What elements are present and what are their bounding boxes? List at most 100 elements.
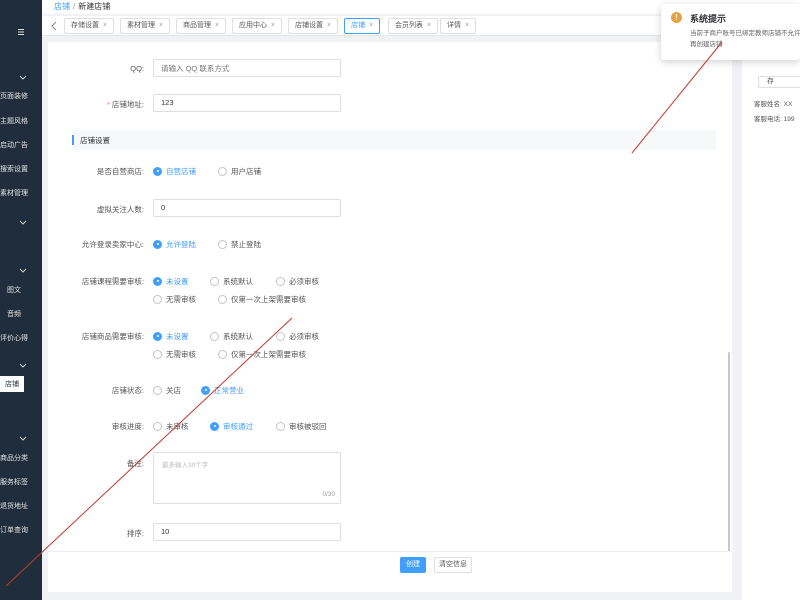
sidebar-item-review[interactable]: 评价心得 xyxy=(0,333,42,343)
sidebar-item-article[interactable]: 图文 xyxy=(7,285,49,295)
radio-audit-rejected[interactable]: 审核被驳回 xyxy=(276,421,327,432)
tab-material[interactable]: 素材管理 × xyxy=(120,18,171,34)
remark-counter: 0/30 xyxy=(322,491,335,498)
tab-store-settings[interactable]: 店铺设置 × xyxy=(288,18,339,34)
close-icon[interactable]: × xyxy=(103,22,107,29)
sidebar-item-theme[interactable]: 主题风格 xyxy=(0,116,42,126)
radio-audit-approved[interactable]: 审核通过 xyxy=(210,421,253,432)
radio-allow-login[interactable]: 允许登陆 xyxy=(153,239,196,250)
radio-goods-required[interactable]: 必须审核 xyxy=(276,331,319,342)
remark-textarea[interactable]: 最多输入30个字 0/30 xyxy=(153,452,341,504)
tab-storage-settings[interactable]: 存储设置 × xyxy=(64,18,115,34)
remark-label: 备注: xyxy=(126,459,144,468)
tab-store[interactable]: 店铺 × xyxy=(344,18,381,34)
sidebar-item-audio[interactable]: 音频 xyxy=(7,309,49,319)
tab-members[interactable]: 会员列表 × xyxy=(388,18,439,34)
radio-status-open[interactable]: 正常营业 xyxy=(201,385,244,396)
radio-dot xyxy=(153,166,162,176)
radio-deny-login[interactable]: 禁止登陆 xyxy=(218,239,261,250)
radio-dot xyxy=(210,276,219,286)
radio-dot xyxy=(153,385,162,395)
chevron-down-icon[interactable] xyxy=(19,266,27,274)
radio-course-none[interactable]: 无需审核 xyxy=(153,294,196,305)
self-operated-label: 是否自营商店: xyxy=(96,167,144,176)
close-icon[interactable]: × xyxy=(369,22,373,29)
radio-user-store[interactable]: 用户店铺 xyxy=(218,166,261,177)
notification-message: 当前子商户账号已绑定教师店铺不允许再创建店铺 xyxy=(690,30,800,48)
radio-audit-pending[interactable]: 未审核 xyxy=(153,421,189,432)
sidebar-item-store-active[interactable]: 店铺 xyxy=(0,376,24,392)
radio-goods-none[interactable]: 无需审核 xyxy=(153,349,196,360)
qq-input[interactable] xyxy=(153,59,341,77)
create-button[interactable]: 创建 xyxy=(400,557,426,573)
close-icon[interactable]: × xyxy=(159,22,163,29)
sidebar-item-service-tags[interactable]: 服务标签 xyxy=(0,477,42,487)
radio-goods-default[interactable]: 系统默认 xyxy=(210,331,253,342)
close-icon[interactable]: × xyxy=(427,22,431,29)
close-icon[interactable]: × xyxy=(465,22,469,29)
save-button[interactable]: 存 xyxy=(758,76,800,88)
system-notification: ! 系统提示 当前子商户账号已绑定教师店铺不允许再创建店铺 xyxy=(661,4,800,60)
radio-course-unset[interactable]: 未设置 xyxy=(153,276,189,287)
action-bar: 创建 清空信息 xyxy=(48,551,732,579)
radio-dot xyxy=(153,239,162,249)
store-form-panel: QQ: *店铺地址: 123 店铺设置 是否自营商店: 自营店铺 用户店铺 虚拟… xyxy=(48,42,732,592)
chevron-down-icon[interactable] xyxy=(19,434,27,442)
radio-self-operated[interactable]: 自营店铺 xyxy=(153,166,196,177)
radio-dot xyxy=(153,331,162,341)
breadcrumb-parent-link[interactable]: 店铺 xyxy=(54,2,70,11)
followers-input[interactable]: 0 xyxy=(153,199,341,217)
sidebar-item-page-decoration[interactable]: 页面装修 xyxy=(0,91,42,101)
clear-button[interactable]: 清空信息 xyxy=(434,557,472,573)
tab-app-center[interactable]: 应用中心 × xyxy=(232,18,283,34)
tabs-bar: 存储设置 × 素材管理 × 商品管理 × 应用中心 × 店铺设置 × 店铺 × 会员列表 × … xyxy=(42,16,732,36)
close-icon[interactable]: × xyxy=(215,22,219,29)
radio-status-closed[interactable]: 关店 xyxy=(153,385,181,396)
status-label: 店铺状态: xyxy=(111,386,144,395)
sidebar-item-material[interactable]: 素材管理 xyxy=(0,188,42,198)
sidebar: 页面装修 主题风格 启动广告 搜索设置 素材管理 图文 音频 评价心得 店铺 商… xyxy=(0,0,42,600)
right-service-panel: 存 客服姓名: XX 客服电话: 199 xyxy=(742,40,800,600)
radio-dot xyxy=(210,331,219,341)
sidebar-item-goods-category[interactable]: 商品分类 xyxy=(0,453,42,463)
sort-input[interactable]: 10 xyxy=(153,523,341,541)
service-phone: 客服电话: 199 xyxy=(754,116,795,123)
radio-dot xyxy=(276,331,285,341)
service-name: 客服姓名: XX xyxy=(754,101,793,108)
radio-dot xyxy=(153,421,162,431)
goods-review-label: 店铺商品需要审核: xyxy=(81,332,144,341)
radio-course-first-only[interactable]: 仅第一次上架需要审核 xyxy=(218,294,306,305)
chevron-left-icon[interactable] xyxy=(50,21,58,31)
course-review-label: 店铺课程需要审核: xyxy=(81,277,144,286)
radio-course-required[interactable]: 必须审核 xyxy=(276,276,319,287)
close-icon[interactable]: × xyxy=(327,22,331,29)
chevron-down-icon[interactable] xyxy=(19,218,27,226)
address-input[interactable]: 123 xyxy=(153,94,341,112)
sidebar-item-order-query[interactable]: 订单查询 xyxy=(0,525,42,535)
radio-dot xyxy=(153,349,162,359)
sidebar-item-launch-ad[interactable]: 启动广告 xyxy=(0,140,42,150)
followers-label: 虚拟关注人数: xyxy=(96,205,144,214)
qq-label: QQ: xyxy=(130,64,144,73)
remark-placeholder: 最多输入30个字 xyxy=(162,462,209,469)
radio-goods-first-only[interactable]: 仅第一次上架需要审核 xyxy=(218,349,306,360)
radio-dot xyxy=(276,276,285,286)
menu-toggle-icon[interactable] xyxy=(17,28,25,36)
chevron-down-icon[interactable] xyxy=(19,361,27,369)
sidebar-item-return-address[interactable]: 退货地址 xyxy=(0,501,42,511)
radio-course-default[interactable]: 系统默认 xyxy=(210,276,253,287)
section-title: 店铺设置 xyxy=(80,136,110,145)
sidebar-item-search-settings[interactable]: 搜索设置 xyxy=(0,164,42,174)
radio-dot xyxy=(218,294,227,304)
close-icon[interactable]: × xyxy=(271,22,275,29)
radio-dot xyxy=(201,385,210,395)
radio-dot xyxy=(218,349,227,359)
breadcrumb: 店铺 / 新建店铺 xyxy=(54,1,110,12)
tab-detail[interactable]: 详情 × xyxy=(440,18,477,34)
tab-goods[interactable]: 商品管理 × xyxy=(176,18,227,34)
chevron-down-icon[interactable] xyxy=(19,73,27,81)
notification-title: 系统提示 xyxy=(690,14,727,24)
vertical-scrollbar[interactable] xyxy=(728,352,730,552)
required-mark: * xyxy=(106,100,110,109)
radio-goods-unset[interactable]: 未设置 xyxy=(153,331,189,342)
